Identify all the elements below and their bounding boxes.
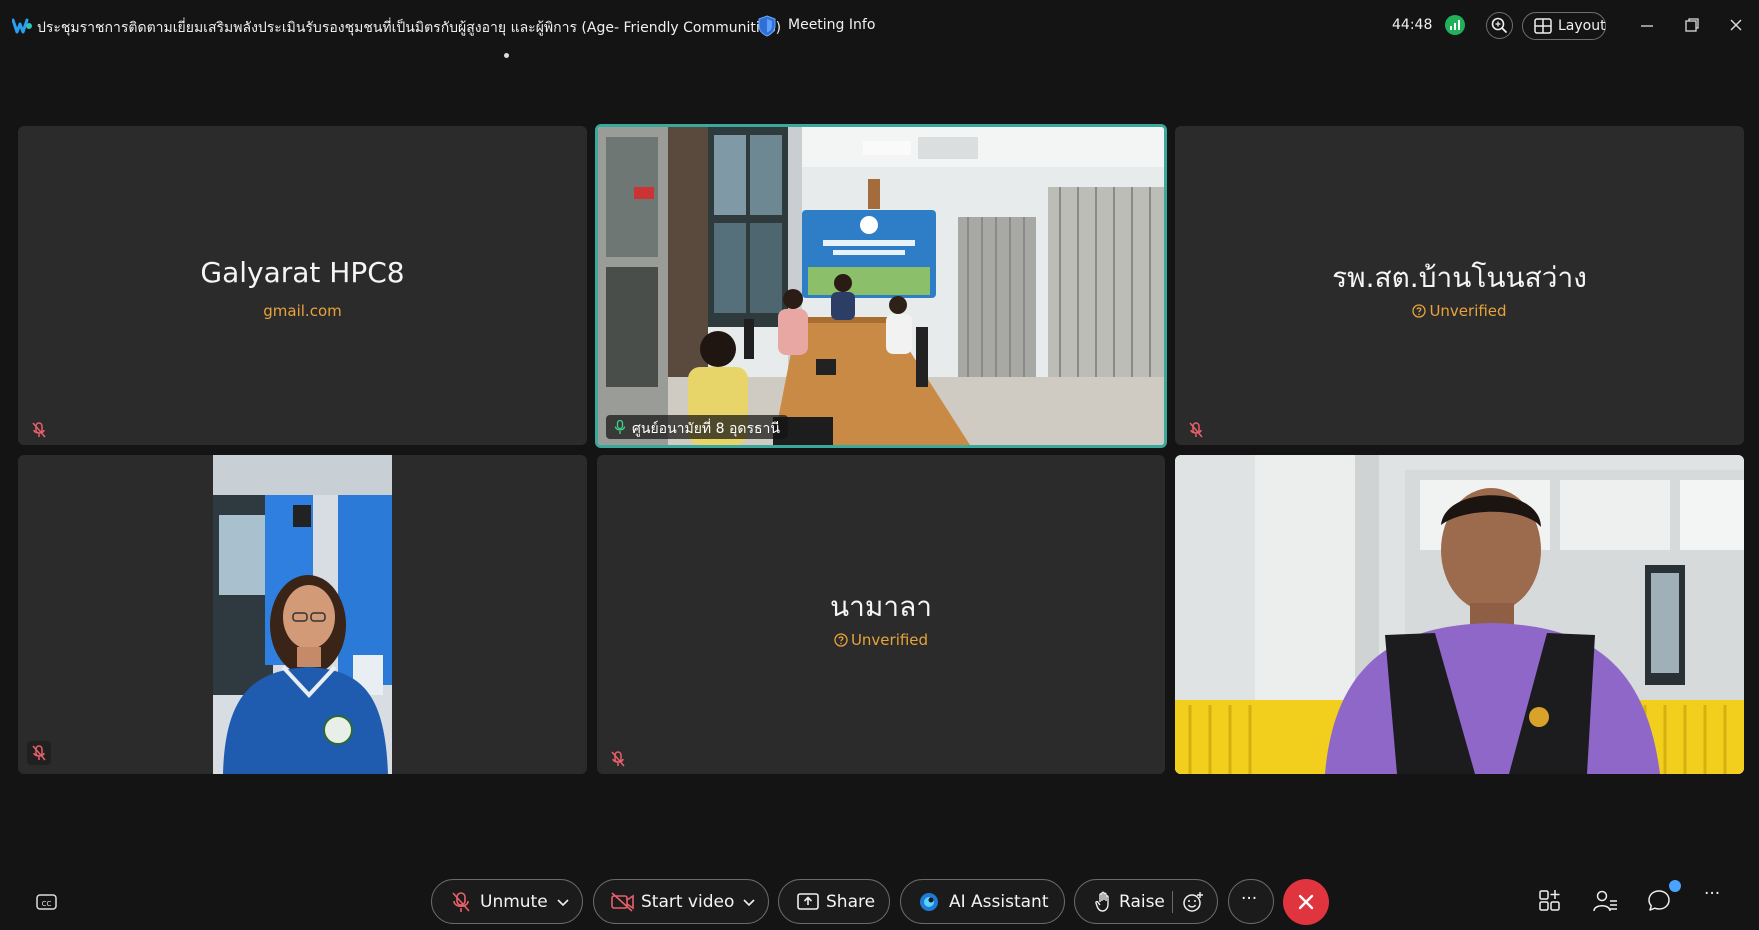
meeting-timer: 44:48: [1392, 17, 1433, 33]
shield-icon[interactable]: [757, 15, 777, 37]
minimize-icon[interactable]: [1636, 14, 1658, 36]
meeting-info-button[interactable]: Meeting Info: [788, 17, 875, 33]
mic-off-icon: [452, 892, 470, 912]
chevron-down-icon[interactable]: [556, 898, 570, 908]
participant-video: [1175, 455, 1744, 774]
ai-assistant-icon: [920, 893, 938, 911]
more-options-label: ···: [1241, 889, 1258, 909]
share-icon: [797, 893, 819, 910]
overflow-menu-button[interactable]: ···: [1704, 884, 1732, 912]
ai-assistant-button[interactable]: AI Assistant: [900, 879, 1065, 924]
participant-tile[interactable]: รพ.สต.บ้านโนนสว่าง Unverified: [1175, 126, 1744, 445]
active-speaker-tile[interactable]: ศูนย์อนามัยที่ 8 อุดรธานี: [595, 124, 1167, 448]
meeting-title: ประชุมราชการติดตามเยี่ยมเสริมพลังประเมิน…: [37, 20, 782, 36]
captions-icon[interactable]: CC: [32, 888, 60, 916]
camera-off-icon: [611, 892, 634, 912]
ai-assistant-label: AI Assistant: [949, 892, 1049, 912]
participant-email: gmail.com: [263, 302, 342, 320]
question-circle-icon: [834, 633, 848, 647]
chat-icon[interactable]: [1645, 887, 1673, 915]
end-call-icon: [1298, 894, 1314, 910]
start-video-button[interactable]: Start video: [593, 879, 769, 924]
layout-grid-icon: [1534, 18, 1552, 34]
layout-label: Layout: [1558, 18, 1606, 34]
restore-icon[interactable]: [1681, 14, 1703, 36]
start-video-label: Start video: [641, 892, 735, 912]
chat-notification-dot: [1669, 880, 1681, 892]
raise-hand-group: Raise: [1074, 879, 1218, 924]
button-divider: [1172, 891, 1173, 913]
layout-button[interactable]: Layout: [1522, 12, 1606, 40]
participant-tile[interactable]: นามาลา Unverified: [597, 455, 1165, 774]
unverified-label: Unverified: [1429, 302, 1507, 320]
status-dot: [504, 53, 509, 58]
meeting-window: ประชุมราชการติดตามเยี่ยมเสริมพลังประเมิน…: [0, 0, 1759, 930]
unmute-button[interactable]: Unmute: [431, 879, 583, 924]
hand-icon[interactable]: [1094, 890, 1114, 914]
participant-video: [213, 455, 392, 774]
mic-active-icon: [614, 420, 626, 434]
svg-text:CC: CC: [42, 900, 52, 908]
mic-muted-icon: [1189, 422, 1203, 438]
share-label: Share: [826, 892, 876, 912]
mic-muted-icon: [611, 751, 625, 767]
speaker-name-label: ศูนย์อนามัยที่ 8 อุดรธานี: [606, 415, 788, 439]
reaction-icon[interactable]: [1181, 890, 1205, 914]
end-call-button[interactable]: [1283, 879, 1329, 925]
apps-icon[interactable]: [1536, 887, 1564, 915]
speaker-name: ศูนย์อนามัยที่ 8 อุดรธานี: [632, 421, 780, 437]
chevron-down-icon[interactable]: [742, 898, 756, 908]
participant-tile[interactable]: [1175, 455, 1744, 774]
question-circle-icon: [1412, 304, 1427, 318]
more-options-button[interactable]: ···: [1228, 879, 1274, 924]
unverified-label: Unverified: [850, 631, 929, 649]
meeting-room-video: [598, 127, 1164, 445]
close-icon[interactable]: [1725, 14, 1747, 36]
participant-name: Galyarat HPC8: [200, 256, 405, 289]
raise-label[interactable]: Raise: [1119, 892, 1165, 912]
unverified-status: Unverified: [1175, 302, 1744, 320]
zoom-button[interactable]: [1486, 12, 1513, 39]
participant-tile[interactable]: [18, 455, 587, 774]
unmute-label: Unmute: [480, 892, 548, 912]
zoom-icon: [1491, 17, 1507, 33]
title-bar: ประชุมราชการติดตามเยี่ยมเสริมพลังประเมิน…: [0, 0, 1759, 58]
participants-icon[interactable]: [1591, 887, 1619, 915]
signal-icon[interactable]: [1445, 15, 1465, 35]
participant-name: นามาลา: [830, 590, 932, 623]
mic-muted-icon: [27, 741, 51, 765]
mic-muted-icon: [32, 422, 46, 438]
participant-name: รพ.สต.บ้านโนนสว่าง: [1332, 261, 1587, 294]
share-button[interactable]: Share: [778, 879, 890, 924]
unverified-status: Unverified: [597, 631, 1165, 649]
participant-tile[interactable]: Galyarat HPC8 gmail.com: [18, 126, 587, 445]
app-logo-icon: [12, 18, 32, 34]
